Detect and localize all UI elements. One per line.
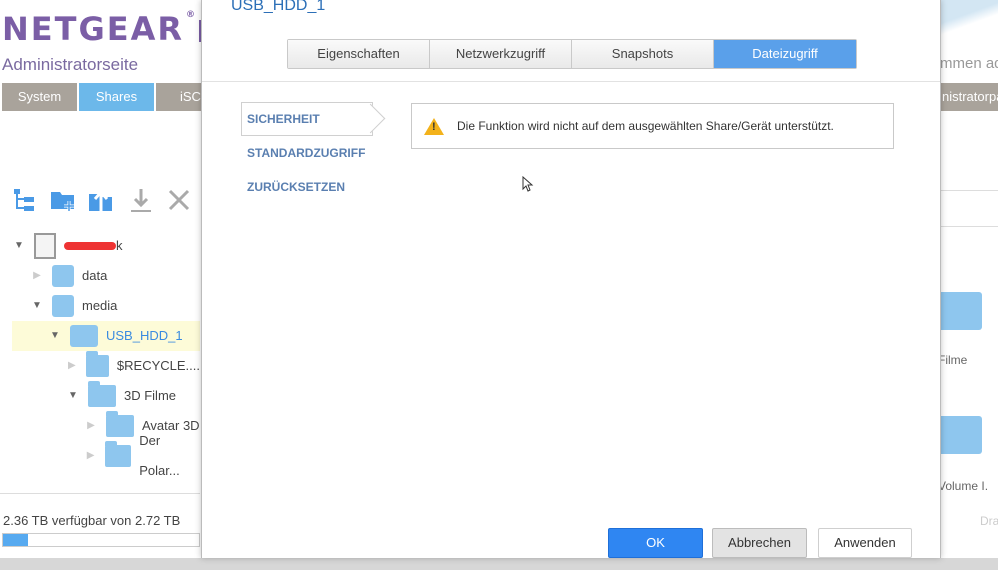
registered-mark: ®	[186, 10, 197, 20]
tree-item-device[interactable]: ▼ k	[12, 231, 200, 261]
tree-item-recycle[interactable]: ▶ $RECYCLE....	[12, 351, 200, 381]
dialog-title: USB_HDD_1	[231, 0, 326, 14]
nav-tab-iscsi[interactable]: iSCS	[156, 83, 210, 111]
tree-item-data[interactable]: ▶ data	[12, 261, 200, 291]
expand-arrow-icon[interactable]: ▼	[30, 291, 44, 321]
tree-item-3d-filme[interactable]: ▼ 3D Filme	[12, 381, 200, 411]
nav-tab-system[interactable]: System	[2, 83, 77, 111]
tab-eigenschaften[interactable]: Eigenschaften	[288, 40, 430, 68]
tree-item-label: USB_HDD_1	[106, 328, 183, 343]
storage-bar	[2, 533, 200, 547]
nav-tab-administrator[interactable]: nistratorpa	[940, 83, 998, 111]
expand-arrow-icon[interactable]: ▼	[66, 381, 80, 411]
share-tree: ▼ k ▶ data ▼ media ▼ USB_HDD_1 ▶ $RECYCL…	[12, 231, 200, 478]
folder-icon	[106, 411, 134, 437]
tree-item-der-polar[interactable]: ▶ Der Polar...	[12, 433, 200, 478]
tree-item-label: $RECYCLE....	[116, 358, 200, 373]
side-nav-sicherheit[interactable]: SICHERHEIT	[247, 112, 320, 126]
warning-icon: !	[424, 118, 444, 135]
expand-arrow-icon[interactable]: ▶	[84, 411, 98, 441]
divider	[0, 493, 200, 494]
tree-item-label: data	[82, 268, 108, 283]
upload-icon[interactable]	[88, 187, 114, 213]
share-label-dra: Dra	[980, 514, 998, 528]
expand-arrow-icon[interactable]: ▶	[84, 441, 97, 471]
usb-share-icon	[70, 325, 98, 347]
expand-arrow-icon[interactable]: ▼	[12, 231, 26, 261]
tree-item-media[interactable]: ▼ media	[12, 291, 200, 321]
netgear-logo: NETGEAR ®	[2, 10, 197, 48]
warning-glyph: !	[432, 121, 436, 133]
nav-tab-shares[interactable]: Shares	[79, 83, 154, 111]
redacted-name	[64, 242, 116, 250]
storage-text: 2.36 TB verfügbar von 2.72 TB	[3, 513, 181, 528]
volume-icon	[52, 265, 74, 287]
folder-icon	[85, 351, 109, 377]
tree-item-label: Der Polar...	[139, 433, 180, 478]
tree-item-label: 3D Filme	[124, 388, 177, 403]
divider	[940, 190, 998, 191]
usb-volume-icon	[52, 295, 74, 317]
mouse-cursor-icon	[522, 176, 534, 192]
tree-item-label: media	[82, 298, 118, 313]
expand-arrow-icon[interactable]: ▼	[48, 321, 62, 351]
tab-dateizugriff[interactable]: Dateizugriff	[714, 40, 856, 68]
apply-button[interactable]: Anwenden	[818, 528, 912, 558]
folder-icon	[105, 441, 132, 467]
side-nav-standardzugriff[interactable]: STANDARDZUGRIFF	[247, 146, 365, 160]
tree-item-label: k	[116, 238, 123, 253]
folder-icon	[88, 381, 116, 407]
dialog-divider	[202, 81, 940, 82]
storage-bar-fill	[3, 534, 29, 546]
ok-button[interactable]: OK	[608, 528, 703, 558]
cancel-button[interactable]: Abbrechen	[712, 528, 807, 558]
tab-snapshots[interactable]: Snapshots	[572, 40, 714, 68]
expand-arrow-icon[interactable]: ▶	[30, 261, 44, 291]
side-nav-zuruecksetzen[interactable]: ZURÜCKSETZEN	[247, 180, 345, 194]
dialog-tabs: Eigenschaften Netzwerkzugriff Snapshots …	[287, 39, 857, 69]
page-subtitle: Administratorseite	[2, 55, 139, 74]
header-partial-text: mmen ad	[940, 55, 998, 72]
delete-icon[interactable]	[166, 187, 192, 213]
new-folder-icon[interactable]	[50, 187, 76, 213]
share-label-filme: Filme	[938, 353, 968, 367]
folder-icon[interactable]	[938, 292, 982, 330]
tree-view-icon[interactable]	[12, 187, 38, 213]
tree-item-usb-hdd[interactable]: ▼ USB_HDD_1	[12, 321, 200, 351]
nas-device-icon	[34, 233, 56, 259]
expand-arrow-icon[interactable]: ▶	[66, 351, 78, 381]
notice-text: Die Funktion wird nicht auf dem ausgewäh…	[457, 119, 834, 133]
folder-icon[interactable]	[938, 416, 982, 454]
unsupported-notice: ! Die Funktion wird nicht auf dem ausgew…	[411, 103, 894, 149]
tab-netzwerkzugriff[interactable]: Netzwerkzugriff	[430, 40, 572, 68]
logo-text: NETGEAR	[2, 10, 184, 48]
status-strip	[0, 558, 998, 570]
share-label-volume: Volume I.	[938, 479, 989, 493]
share-settings-dialog: USB_HDD_1 Eigenschaften Netzwerkzugriff …	[201, 0, 941, 558]
header-decoration	[940, 0, 998, 38]
divider	[940, 226, 998, 227]
download-icon[interactable]	[128, 187, 154, 213]
